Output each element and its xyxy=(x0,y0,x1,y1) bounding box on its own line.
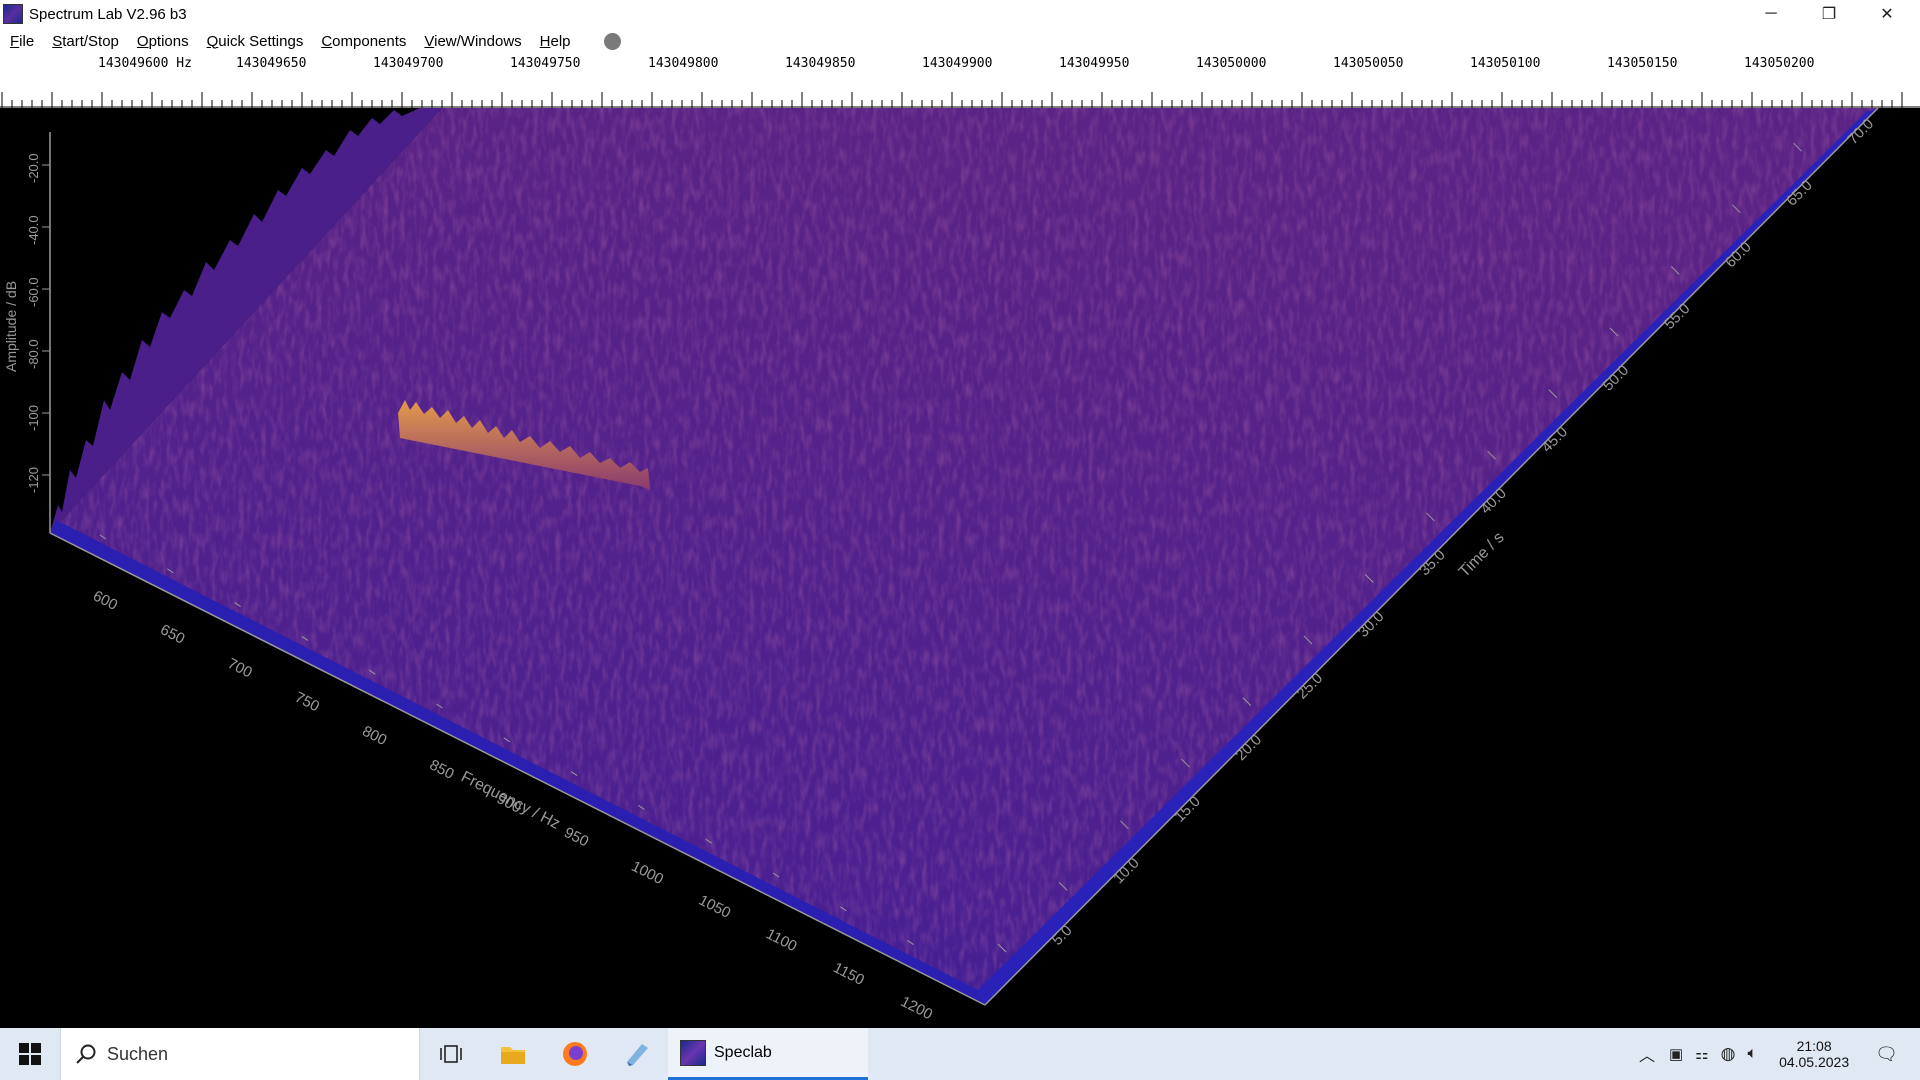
task-view-button[interactable] xyxy=(420,1028,482,1080)
menu-components[interactable]: Components xyxy=(312,33,415,50)
frequency-tick-label: 600 xyxy=(90,587,120,614)
menu-view-windows[interactable]: View/Windows xyxy=(415,33,530,50)
taskbar: Suchen Speclab ︿ ▣ ⚏ ◍ 🔈︎ 21:08 04.05.20… xyxy=(0,1028,1920,1080)
amplitude-tick-label: -80.0 xyxy=(26,339,41,369)
search-placeholder: Suchen xyxy=(107,1043,169,1064)
amplitude-tick-label: -20.0 xyxy=(26,153,41,183)
ruler-ticks xyxy=(0,92,1920,108)
frequency-tick-label: 700 xyxy=(225,655,255,682)
start-button[interactable] xyxy=(0,1028,60,1080)
menu-quick-settings[interactable]: Quick Settings xyxy=(198,33,313,50)
menu-options[interactable]: Options xyxy=(128,33,198,50)
frequency-tick-label: 1100 xyxy=(763,925,799,955)
clock-time: 21:08 xyxy=(1796,1038,1832,1054)
globe-icon[interactable]: ◍ xyxy=(1721,1044,1736,1064)
amplitude-tick-label: -100 xyxy=(26,405,41,431)
window-title: Spectrum Lab V2.96 b3 xyxy=(29,5,187,23)
close-button[interactable]: ✕ xyxy=(1858,0,1916,28)
frequency-tick-label: 1150 xyxy=(830,959,866,989)
network-icon[interactable]: ⚏ xyxy=(1695,1045,1708,1063)
amplitude-ticks: -20.0 -40.0 -60.0 -80.0 -100 -120 xyxy=(26,153,50,493)
amplitude-tick-label: -120 xyxy=(26,467,41,493)
minimize-button[interactable]: ─ xyxy=(1742,0,1800,28)
frequency-tick-label: 750 xyxy=(292,689,322,716)
chevron-up-icon[interactable]: ︿ xyxy=(1639,1042,1655,1066)
time-axis-label: Time / s xyxy=(1456,529,1508,581)
notification-icon[interactable]: 🗨︎ xyxy=(1875,1044,1898,1065)
spectrum-3d-plot[interactable]: -20.0 -40.0 -60.0 -80.0 -100 -120 600 650 700 75… xyxy=(0,108,1920,1028)
app-icon xyxy=(3,4,23,24)
title-bar: Spectrum Lab V2.96 b3 ─ ❐ ✕ xyxy=(0,0,1920,28)
frequency-ruler[interactable]: 143049600 Hz 143049650 143049700 1430497… xyxy=(0,54,1920,109)
notepad-icon xyxy=(627,1044,648,1066)
folder-icon xyxy=(501,1047,525,1064)
firefox-icon xyxy=(563,1042,587,1066)
status-indicator-icon xyxy=(603,32,621,50)
amplitude-tick-label: -60.0 xyxy=(26,277,41,307)
taskbar-speclab[interactable]: Speclab xyxy=(668,1028,868,1080)
restore-button[interactable]: ❐ xyxy=(1800,0,1858,28)
speclab-icon xyxy=(680,1039,706,1066)
frequency-tick-label: 650 xyxy=(157,621,187,648)
device-icon[interactable]: ▣ xyxy=(1669,1045,1683,1063)
task-view-icon xyxy=(440,1045,462,1063)
search-icon xyxy=(76,1044,96,1064)
speaker-icon[interactable]: 🔈︎ xyxy=(1747,1045,1757,1063)
menu-file[interactable]: File xyxy=(1,33,43,50)
windows-icon xyxy=(19,1043,41,1065)
file-explorer-button[interactable] xyxy=(482,1028,544,1080)
spectrum-texture xyxy=(50,108,1878,1005)
frequency-tick-label: 950 xyxy=(561,824,591,851)
clock[interactable]: 21:08 04.05.2023 xyxy=(1779,1038,1849,1070)
menu-help[interactable]: Help xyxy=(531,33,580,50)
frequency-tick-label: 1050 xyxy=(696,892,733,922)
frequency-tick-label: 800 xyxy=(359,723,389,750)
firefox-button[interactable] xyxy=(544,1028,606,1080)
taskbar-search[interactable]: Suchen xyxy=(60,1028,420,1080)
frequency-tick-label: 850 xyxy=(427,756,457,783)
frequency-tick-label: 1000 xyxy=(629,858,666,888)
amplitude-axis-label: Amplitude / dB xyxy=(3,281,19,372)
amplitude-tick-label: -40.0 xyxy=(26,215,41,245)
system-tray: ︿ ▣ ⚏ ◍ 🔈︎ 21:08 04.05.2023 🗨︎ xyxy=(1631,1028,1920,1080)
taskbar-app-label: Speclab xyxy=(714,1043,772,1061)
menu-bar: File Start/Stop Options Quick Settings C… xyxy=(0,28,1920,54)
app-pinned-button[interactable] xyxy=(606,1028,668,1080)
frequency-tick-label: 1200 xyxy=(898,993,935,1023)
menu-start-stop[interactable]: Start/Stop xyxy=(43,33,128,50)
clock-date: 04.05.2023 xyxy=(1779,1054,1850,1070)
